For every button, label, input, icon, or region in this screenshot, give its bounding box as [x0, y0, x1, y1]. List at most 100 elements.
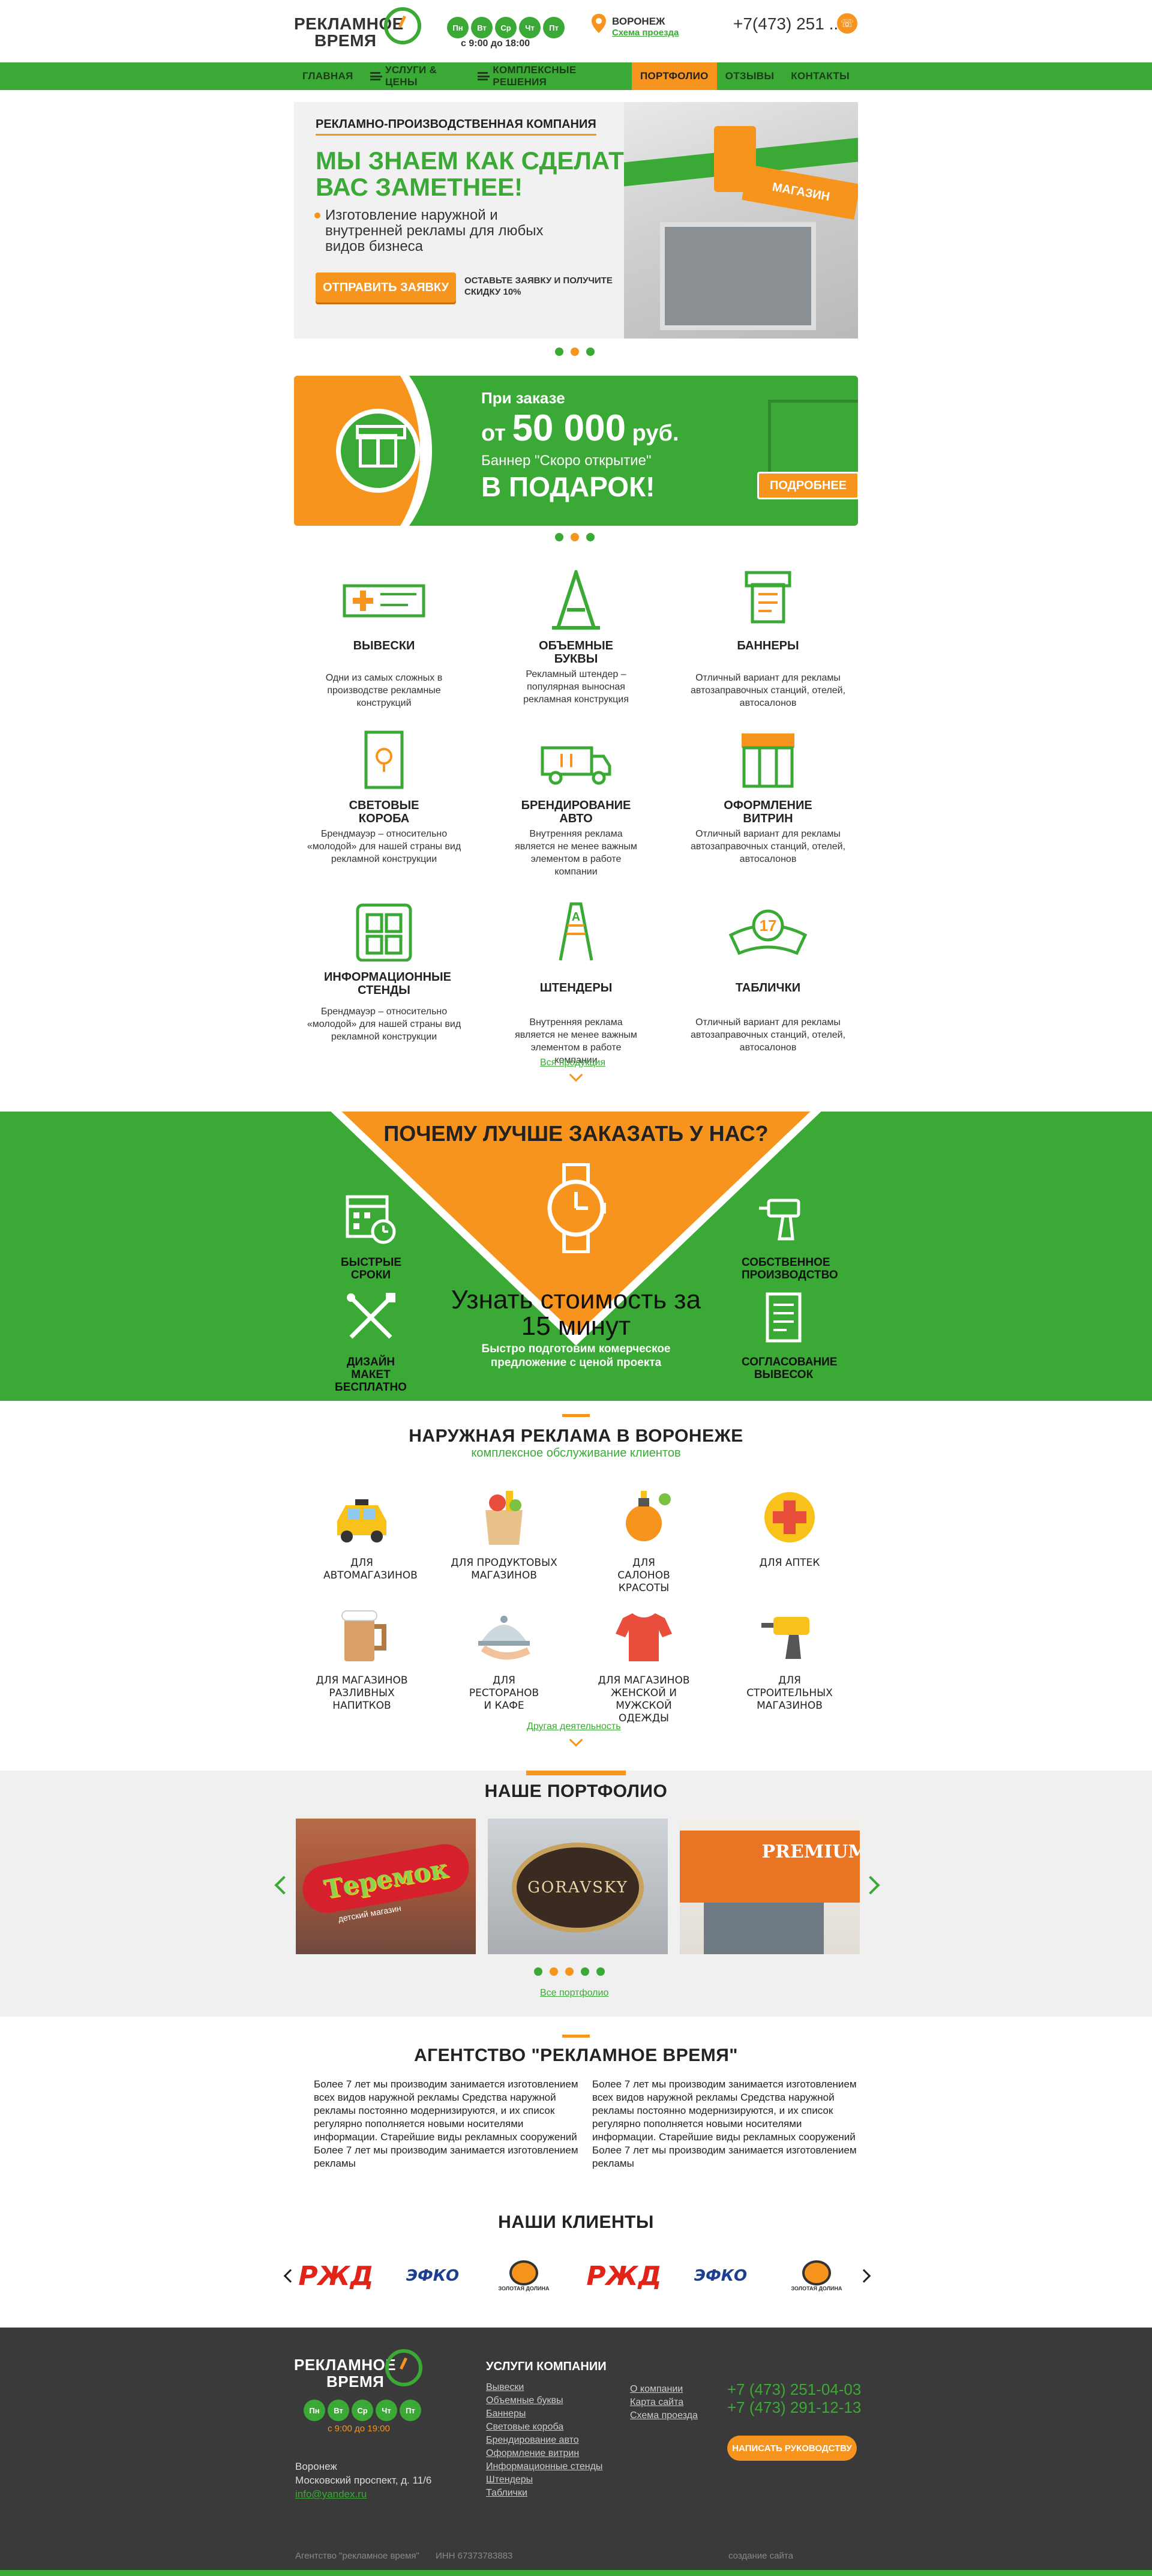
business-type[interactable]: ДЛЯ ПРОДУКТОВЫХ МАГАЗИНОВ	[444, 1487, 564, 1582]
nav-item-portfolio[interactable]: ПОРТФОЛИО	[631, 62, 717, 90]
business-type[interactable]: ДЛЯ АПТЕК	[730, 1487, 850, 1569]
client-logo[interactable]: ЗОЛОТАЯ ДОЛИНА	[497, 2258, 551, 2294]
portfolio-item[interactable]: Теремок детский магазин	[296, 1819, 476, 1954]
product-card[interactable]: ОФОРМЛЕНИЕ ВИТРИН Отличный вариант для р…	[678, 730, 858, 865]
footer-service-link[interactable]: Световые короба	[486, 2421, 607, 2434]
client-logo-text: ЗОЛОТАЯ ДОЛИНА	[498, 2286, 550, 2292]
site-credit-link[interactable]: создание сайта	[728, 2551, 793, 2561]
slider-dot[interactable]	[586, 533, 595, 541]
promo-more-button[interactable]: ПОДРОБНЕЕ	[757, 472, 858, 499]
product-card[interactable]: A ШТЕНДЕРЫ Внутренняя реклама является н…	[486, 901, 666, 1067]
nav-item-solutions[interactable]: КОМПЛЕКСНЫЕ РЕШЕНИЯ	[469, 62, 623, 90]
agency-text-left: Более 7 лет мы производим занимается изг…	[314, 2078, 578, 2169]
slider-dot-active[interactable]	[571, 533, 579, 541]
slider-dot[interactable]	[581, 1967, 589, 1976]
arrow-left-icon[interactable]	[283, 2269, 298, 2283]
why-us-section: ПОЧЕМУ ЛУЧШЕ ЗАКАЗАТЬ У НАС? БЫСТРЫЕ СРО…	[0, 1112, 1152, 1401]
nav-item-services[interactable]: УСЛУГИ & ЦЕНЫ	[362, 62, 469, 90]
phone-callback-icon[interactable]: ☏	[837, 13, 857, 34]
slider-dot[interactable]	[596, 1967, 605, 1976]
slider-dot-active[interactable]	[565, 1967, 574, 1976]
slider-dot[interactable]	[555, 348, 563, 356]
footer-email[interactable]: info@yandex.ru	[295, 2488, 367, 2500]
footer-service-link[interactable]: Объемные буквы	[486, 2394, 607, 2407]
promo-dots	[555, 533, 595, 541]
footer-link-sitemap[interactable]: Карта сайта	[630, 2396, 698, 2409]
business-type[interactable]: ДЛЯ МАГАЗИНОВ РАЗЛИВНЫХ НАПИТКОВ	[302, 1605, 422, 1712]
business-type[interactable]: ДЛЯ АВТОМАГАЗИНОВ	[302, 1487, 422, 1582]
advantage-label: СОБСТВЕННОЕ ПРОИЗВОДСТВО	[742, 1256, 838, 1281]
client-logo[interactable]: ЭФКО	[394, 2258, 472, 2294]
business-type[interactable]: ДЛЯ РЕСТОРАНОВ И КАФЕ	[444, 1605, 564, 1712]
slider-dot-active[interactable]	[571, 348, 579, 356]
product-title: ВЫВЕСКИ	[353, 639, 415, 652]
product-card[interactable]: ОБЪЕМНЫЕ БУКВЫ Рекламный штендер – попул…	[486, 567, 666, 706]
footer-service-link[interactable]: Баннеры	[486, 2407, 607, 2421]
footer-days: Пн Вт Ср Чт Пт	[304, 2400, 421, 2421]
business-label: ДЛЯ ПРОДУКТОВЫХ МАГАЗИНОВ	[451, 1557, 557, 1581]
hero-title: МЫ ЗНАЕМ КАК СДЕЛАТЬ ВАС ЗАМЕТНЕЕ!	[316, 146, 642, 201]
product-desc: Отличный вариант для рекламы автозаправо…	[690, 1017, 846, 1053]
all-products-link[interactable]: Вся продукция	[540, 1058, 605, 1068]
client-logo[interactable]: ЭФКО	[682, 2258, 760, 2294]
footer-service-link[interactable]: Таблички	[486, 2487, 607, 2500]
business-label: ДЛЯ РЕСТОРАНОВ И КАФЕ	[469, 1675, 539, 1712]
footer-service-link[interactable]: Информационные стенды	[486, 2460, 607, 2473]
section-accent-bar	[526, 1771, 626, 1775]
site-footer: РЕКЛАМНОЕ ВРЕМЯ Пн Вт Ср Чт Пт с 9:00 до…	[0, 2328, 1152, 2576]
arrow-right-icon[interactable]	[861, 1876, 880, 1895]
product-title: ШТЕНДЕРЫ	[539, 981, 613, 995]
business-type[interactable]: ДЛЯ МАГАЗИНОВ ЖЕНСКОЙ И МУЖСКОЙ ОДЕЖДЫ	[584, 1605, 704, 1725]
footer-link-route[interactable]: Схема проезда	[630, 2409, 698, 2422]
day-badge: Вт	[471, 17, 493, 38]
nav-label: КОМПЛЕКСНЫЕ РЕШЕНИЯ	[493, 64, 577, 88]
nav-item-contacts[interactable]: КОНТАКТЫ	[782, 62, 858, 90]
send-request-button[interactable]: ОТПРАВИТЬ ЗАЯВКУ	[316, 272, 456, 302]
slider-dot[interactable]	[534, 1967, 542, 1976]
nav-item-home[interactable]: ГЛАВНАЯ	[294, 62, 362, 90]
chevron-down-icon[interactable]	[569, 1733, 583, 1747]
portfolio-item[interactable]: PREMIUM	[680, 1819, 860, 1954]
route-link[interactable]: Схема проезда	[612, 28, 679, 38]
nav-label: ОТЗЫВЫ	[725, 70, 775, 82]
product-card[interactable]: СВЕТОВЫЕ КОРОБА Брендмауэр – относительн…	[294, 730, 474, 865]
footer-service-link[interactable]: Вывески	[486, 2381, 607, 2394]
footer-link-about[interactable]: О компании	[630, 2383, 698, 2396]
product-card[interactable]: БАННЕРЫ Отличный вариант для рекламы авт…	[678, 570, 858, 709]
slider-dot[interactable]	[586, 348, 595, 356]
chevron-down-icon[interactable]	[569, 1068, 583, 1082]
slider-dot[interactable]	[555, 533, 563, 541]
arrow-right-icon[interactable]	[857, 2269, 871, 2283]
write-management-button[interactable]: НАПИСАТЬ РУКОВОДСТВУ	[727, 2436, 857, 2461]
promo-banner: При заказе от 50 000 руб. Баннер "Скоро …	[294, 376, 858, 526]
client-logo[interactable]: РЖД	[298, 2258, 373, 2294]
client-logo[interactable]: РЖД	[586, 2258, 661, 2294]
portfolio-title: НАШЕ ПОРТФОЛИО	[484, 1781, 668, 1801]
client-logo[interactable]: ЗОЛОТАЯ ДОЛИНА	[790, 2258, 844, 2294]
arrow-left-icon[interactable]	[274, 1876, 293, 1895]
product-title: СВЕТОВЫЕ КОРОБА	[349, 799, 419, 825]
footer-service-link[interactable]: Брендирование авто	[486, 2434, 607, 2447]
product-desc: Отличный вариант для рекламы автозаправо…	[690, 673, 846, 708]
business-type[interactable]: ДЛЯ САЛОНОВ КРАСОТЫ	[584, 1487, 704, 1595]
product-card[interactable]: ВЫВЕСКИ Одни из самых сложных в производ…	[294, 570, 474, 709]
footer-phone[interactable]: +7 (473) 251-04-03	[727, 2380, 861, 2398]
all-portfolio-link[interactable]: Все портфолио	[540, 1988, 608, 1999]
other-activity-link[interactable]: Другая деятельность	[527, 1721, 621, 1732]
hero-text: Изготовление наружной и внутренней рекла…	[325, 207, 544, 254]
portfolio-item[interactable]: GORAVSKY	[488, 1819, 668, 1954]
header-phone[interactable]: +7(473) 251 ..	[733, 14, 838, 34]
product-title: БРЕНДИРОВАНИЕ АВТО	[521, 799, 631, 825]
site-logo[interactable]: РЕКЛАМНОЕ ВРЕМЯ	[294, 7, 421, 55]
footer-logo[interactable]: РЕКЛАМНОЕ ВРЕМЯ	[294, 2346, 426, 2400]
nav-item-reviews[interactable]: ОТЗЫВЫ	[717, 62, 783, 90]
product-card[interactable]: 17 ТАБЛИЧКИ Отличный вариант для рекламы…	[678, 901, 858, 1054]
footer-service-link[interactable]: Штендеры	[486, 2473, 607, 2487]
portfolio-sign: GORAVSKY	[512, 1843, 644, 1933]
product-card[interactable]: ИНФОРМАЦИОННЫЕ СТЕНДЫ Брендмауэр – относ…	[294, 901, 474, 1043]
product-card[interactable]: БРЕНДИРОВАНИЕ АВТО Внутренняя реклама яв…	[486, 730, 666, 878]
business-type[interactable]: ДЛЯ СТРОИТЕЛЬНЫХ МАГАЗИНОВ	[730, 1605, 850, 1712]
footer-phone[interactable]: +7 (473) 291-12-13	[727, 2398, 861, 2416]
footer-service-link[interactable]: Оформление витрин	[486, 2447, 607, 2460]
slider-dot-active[interactable]	[550, 1967, 558, 1976]
